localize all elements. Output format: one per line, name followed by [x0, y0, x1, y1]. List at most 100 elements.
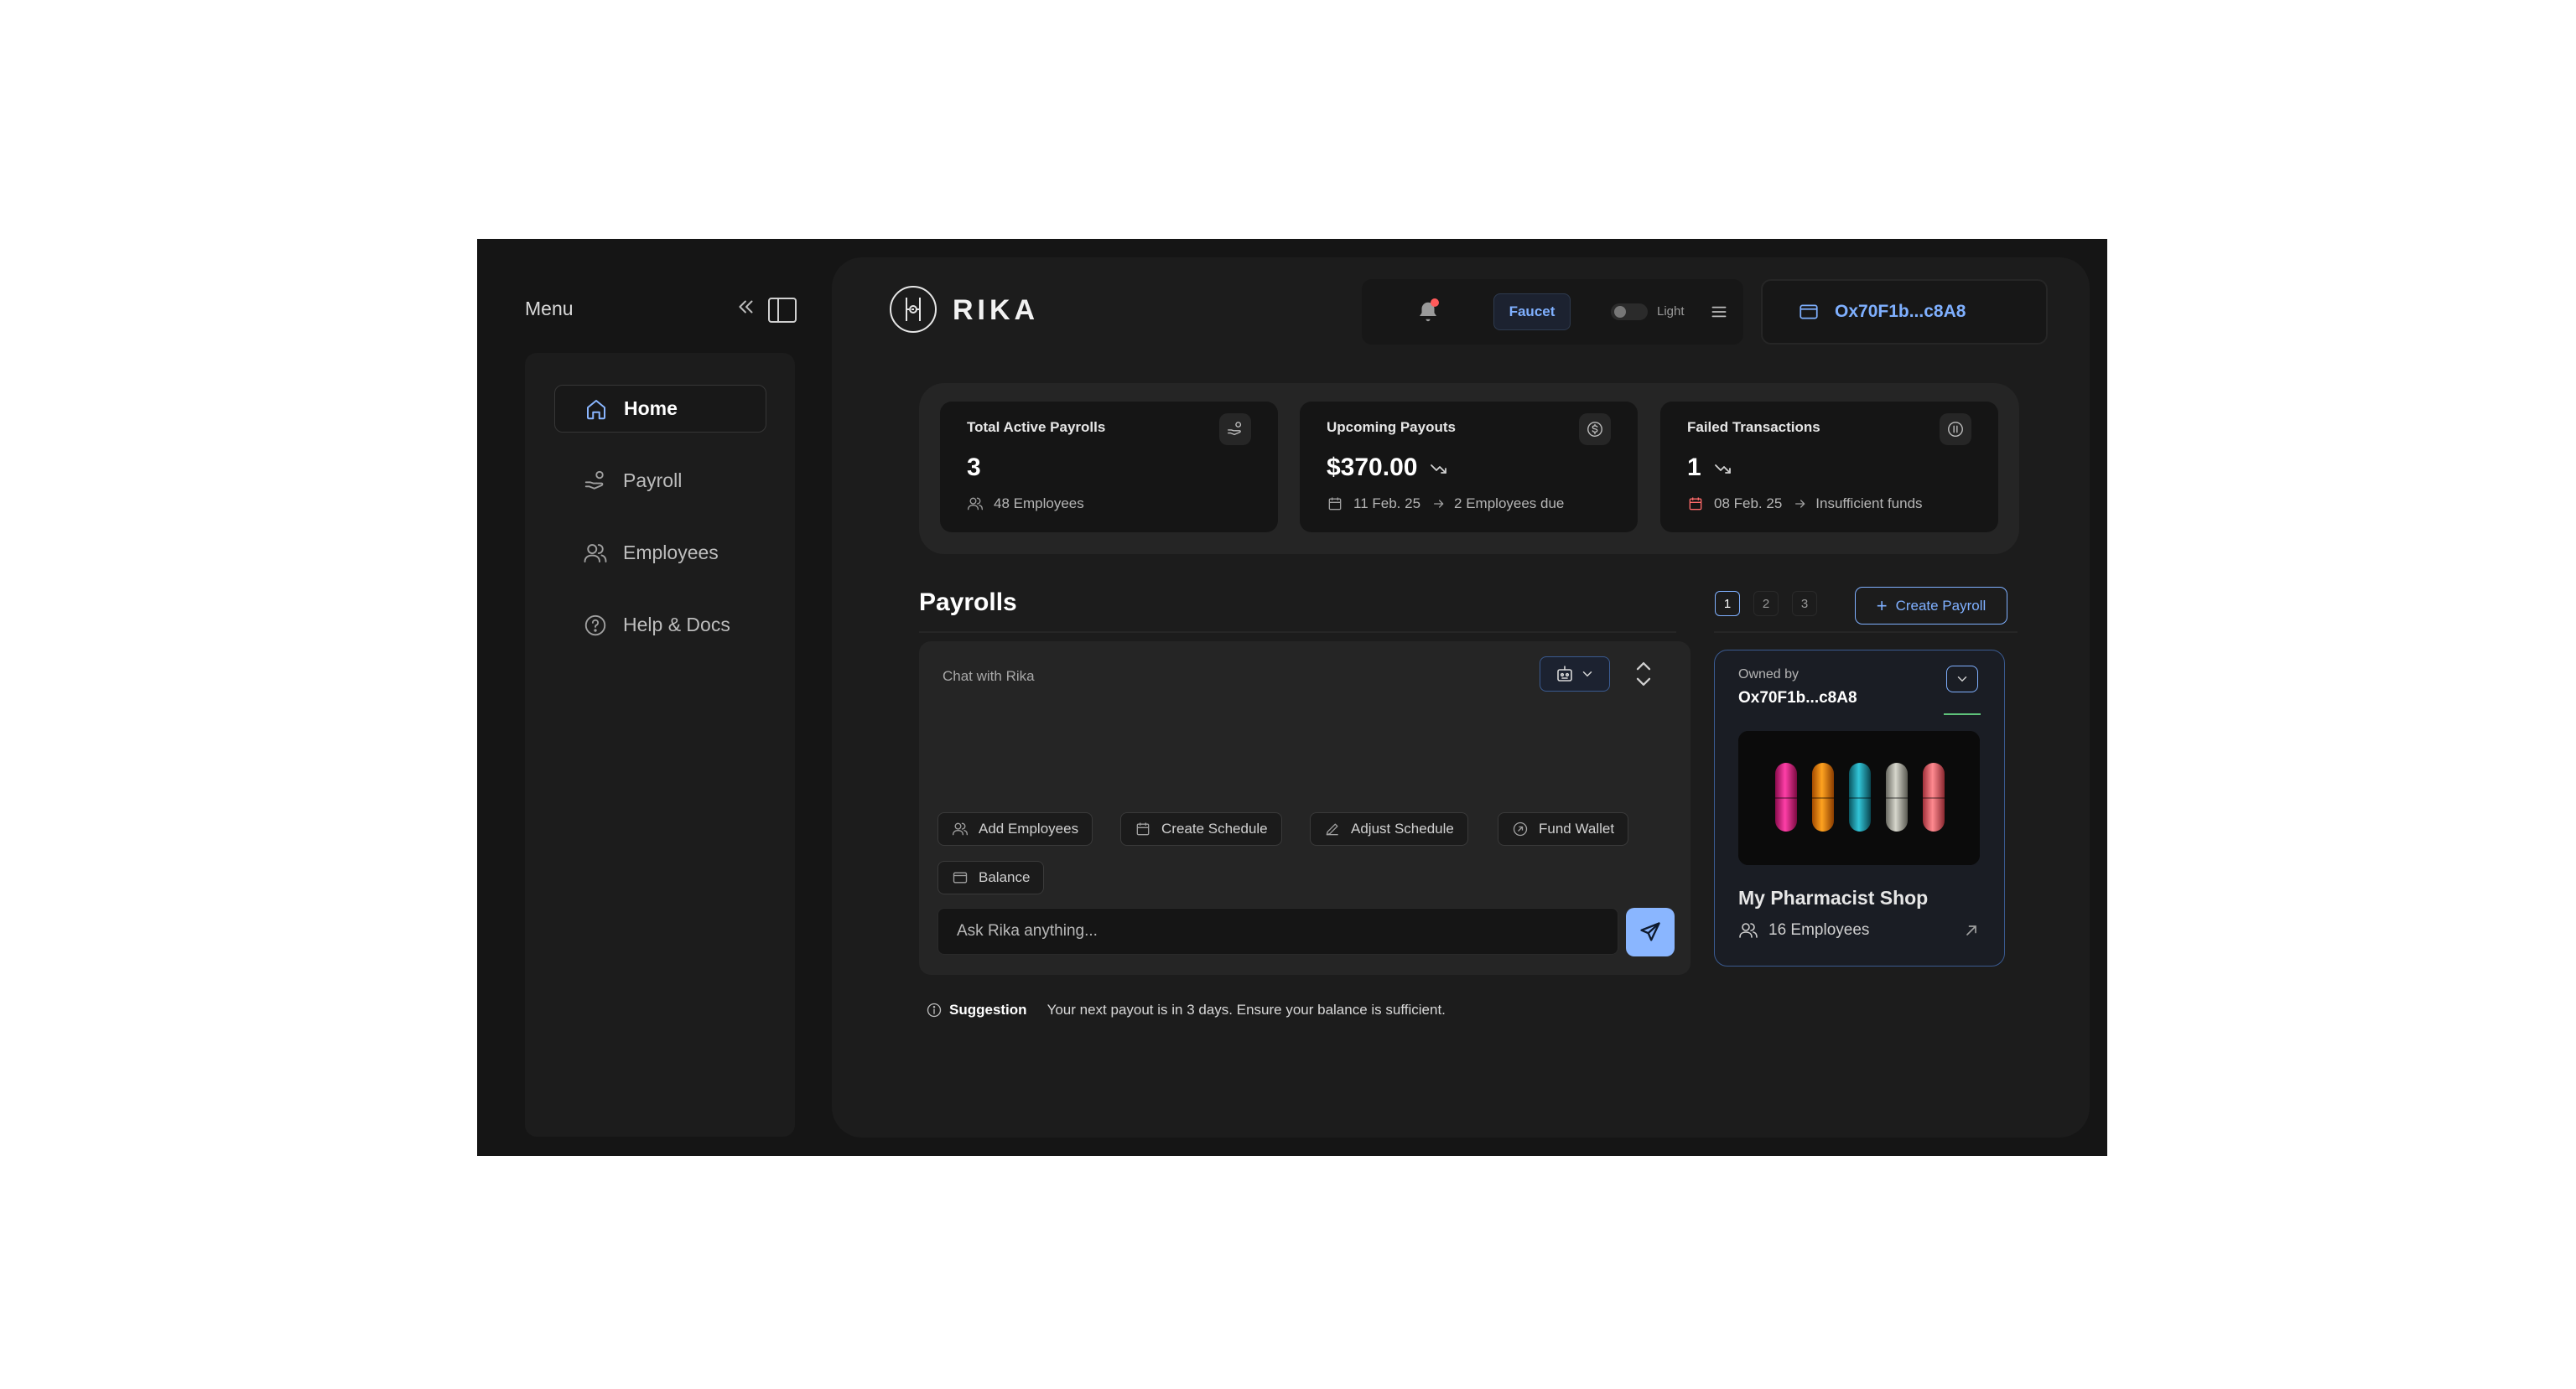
stat-value-text: $370.00 — [1327, 453, 1418, 481]
stat-detail: Insufficient funds — [1815, 495, 1923, 511]
sidebar-item-home[interactable]: Home — [554, 385, 766, 433]
stat-card-active-payrolls: Total Active Payrolls 3 48 Employees — [940, 402, 1278, 532]
status-line — [1944, 713, 1981, 715]
org-name: My Pharmacist Shop — [1738, 887, 1929, 909]
stat-value: 3 — [967, 453, 981, 481]
page-button-1[interactable]: 1 — [1715, 591, 1740, 616]
stat-meta: 08 Feb. 25 Insufficient funds — [1687, 495, 1923, 512]
organization-card[interactable]: Owned by Ox70F1b...c8A8 My Pharmacist Sh… — [1714, 650, 2005, 967]
hand-coins-icon — [1228, 422, 1242, 436]
stat-icon-box — [1219, 413, 1251, 445]
chat-panel: Chat with Rika Add Employees Create Sche… — [919, 641, 1690, 975]
main-panel: RIKA Faucet Light Ox70F1b...c8A8 Total A… — [832, 257, 2090, 1138]
stat-date: 11 Feb. 25 — [1353, 495, 1421, 511]
suggestion-bar: Suggestion Your next payout is in 3 days… — [926, 1002, 1446, 1018]
create-payroll-label: Create Payroll — [1895, 597, 1987, 614]
chat-title: Chat with Rika — [943, 668, 1035, 684]
stat-meta: 48 Employees — [967, 495, 1084, 512]
wallet-address: Ox70F1b...c8A8 — [1835, 302, 1966, 321]
users-icon — [968, 497, 983, 511]
stat-value: $370.00 — [1327, 453, 1449, 482]
help-circle-icon — [584, 614, 606, 635]
chat-input[interactable] — [937, 908, 1618, 955]
double-chevron-left-icon[interactable] — [735, 296, 757, 318]
app-window: Menu Home Payroll Employees Help & Docs … — [477, 239, 2107, 1156]
users-icon — [1739, 923, 1758, 938]
arrow-up-right-icon[interactable] — [1963, 922, 1980, 939]
theme-label: Light — [1657, 304, 1685, 319]
robot-icon — [1557, 666, 1572, 682]
chip-label: Fund Wallet — [1539, 821, 1615, 837]
calendar-alert-icon — [1689, 497, 1702, 511]
home-icon — [587, 399, 605, 419]
divider — [919, 631, 1676, 633]
wallet-icon — [1800, 304, 1818, 319]
add-employees-chip[interactable]: Add Employees — [937, 812, 1093, 846]
trend-up-icon — [1431, 464, 1447, 474]
fund-wallet-chip[interactable]: Fund Wallet — [1498, 812, 1629, 846]
notification-dot — [1431, 298, 1439, 307]
plus-icon: + — [1876, 594, 1888, 616]
send-button[interactable] — [1626, 908, 1675, 956]
sidebar-item-help[interactable]: Help & Docs — [554, 601, 766, 649]
sidebar-item-employees[interactable]: Employees — [554, 529, 766, 577]
arrow-right-icon — [1795, 500, 1805, 508]
calendar-icon — [1136, 822, 1150, 836]
adjust-schedule-chip[interactable]: Adjust Schedule — [1310, 812, 1468, 846]
create-schedule-chip[interactable]: Create Schedule — [1120, 812, 1282, 846]
theme-toggle[interactable] — [1611, 303, 1648, 320]
brand-name: RIKA — [953, 294, 1040, 326]
stat-title: Upcoming Payouts — [1327, 419, 1456, 435]
owned-by-label: Owned by — [1738, 667, 1800, 682]
sidebar-toggle-icon[interactable] — [767, 297, 797, 324]
create-payroll-button[interactable]: + Create Payroll — [1855, 587, 2007, 625]
pencil-icon — [1326, 823, 1338, 836]
stat-detail: 2 Employees due — [1454, 495, 1565, 511]
header-toolbar: Faucet Light — [1362, 279, 1743, 345]
page-button-2[interactable]: 2 — [1753, 591, 1779, 616]
suggestion-label: Suggestion — [949, 1002, 1027, 1018]
rika-logo-icon — [890, 286, 937, 333]
sidebar-item-label: Home — [624, 397, 678, 419]
trend-up-icon — [1714, 464, 1731, 474]
chip-label: Adjust Schedule — [1351, 821, 1454, 837]
info-icon — [927, 1003, 942, 1018]
chevron-down-icon — [1957, 676, 1967, 682]
coin-icon — [1513, 821, 1528, 837]
stat-icon-box — [1579, 413, 1611, 445]
org-employees-text: 16 Employees — [1768, 921, 1870, 939]
page-button-3[interactable]: 3 — [1792, 591, 1817, 616]
org-dropdown-button[interactable] — [1946, 666, 1978, 692]
wallet-address-button[interactable]: Ox70F1b...c8A8 — [1761, 279, 2048, 345]
stat-value: 1 — [1687, 453, 1733, 482]
menu-icon[interactable] — [1708, 301, 1730, 323]
sidebar-item-label: Help & Docs — [623, 614, 730, 635]
org-employee-count: 16 Employees — [1738, 920, 1869, 941]
send-icon — [1640, 922, 1660, 941]
alert-circle-icon — [1948, 422, 1963, 437]
balance-chip[interactable]: Balance — [937, 861, 1045, 894]
capsules-illustration — [1738, 731, 1980, 865]
stat-date: 08 Feb. 25 — [1714, 495, 1783, 511]
toggle-knob — [1614, 306, 1626, 318]
sidebar-item-label: Payroll — [623, 469, 683, 491]
hand-coins-icon — [584, 470, 604, 490]
faucet-button[interactable]: Faucet — [1493, 293, 1571, 330]
stat-value-text: 1 — [1687, 453, 1701, 481]
sidebar-item-payroll[interactable]: Payroll — [554, 457, 766, 505]
org-cover-image — [1738, 731, 1980, 865]
stat-title: Total Active Payrolls — [967, 419, 1106, 435]
stat-meta: 11 Feb. 25 2 Employees due — [1327, 495, 1564, 512]
calendar-icon — [1328, 497, 1342, 511]
expand-collapse-icon[interactable] — [1632, 658, 1655, 690]
bot-select-dropdown[interactable] — [1540, 656, 1610, 692]
chip-label: Create Schedule — [1161, 821, 1268, 837]
chevron-down-icon — [1582, 671, 1592, 677]
sidebar-item-label: Employees — [623, 542, 719, 563]
arrow-right-icon — [1434, 500, 1444, 508]
divider — [1714, 631, 2018, 633]
stat-icon-box — [1940, 413, 1971, 445]
payrolls-title: Payrolls — [919, 588, 1017, 616]
owner-address: Ox70F1b...c8A8 — [1738, 689, 1857, 707]
users-icon — [953, 822, 968, 836]
